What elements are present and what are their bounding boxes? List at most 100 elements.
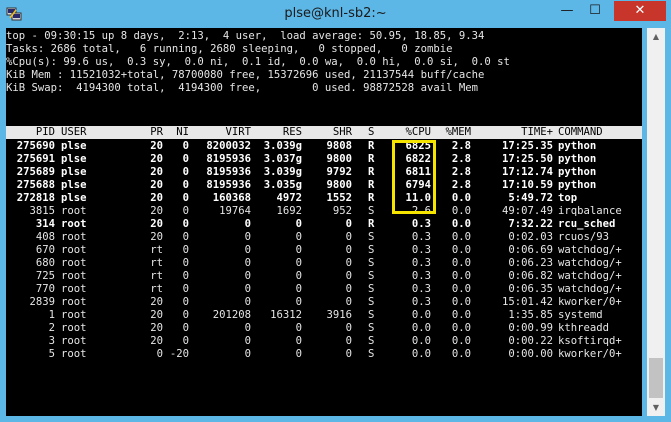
cell-state: S [368,296,375,308]
cell-pr: 20 [150,296,163,308]
cell-mem: 0.0 [451,335,471,347]
cell-state: S [368,257,375,269]
cell-shr: 0 [345,335,352,347]
cell-user: root [61,218,87,230]
process-table-header: PID USER PR NI VIRT RES SHR S %CPU %MEM TIME+ COMMA… [6,126,642,139]
process-row: 2839 root 20 0 0 0 0 S 0.3 0.0 15:01.42 kworker/0+ [6,296,642,309]
cell-cpu: 0.3 [411,270,431,282]
cell-ni: 0 [182,166,189,178]
process-row: 275688 plse 20 0 8195936 3.035g 9800 R 6794 2.8 17… [6,179,642,192]
column-header-time: TIME+ [521,126,553,138]
cell-time: 17:10.59 [501,179,553,191]
column-header-pr: PR [150,126,163,138]
column-header-state: S [368,126,375,138]
cell-command: python [558,166,597,178]
process-row: 2 root 20 0 0 0 0 S 0.0 0.0 0:00.99 kthreadd [6,322,642,335]
cell-pid: 275691 [16,153,55,165]
summary-line-uptime: top - 09:30:15 up 8 days, 2:13, 4 user, … [6,30,485,42]
process-row: 275691 plse 20 0 8195936 3.037g 9800 R 6822 2.8 17… [6,153,642,166]
cell-mem: 0.0 [451,218,471,230]
cell-shr: 0 [345,322,352,334]
cell-pid: 272818 [16,192,55,204]
cell-cpu: 0.3 [411,257,431,269]
process-row: 725 root rt 0 0 0 0 S 0.3 0.0 0:06.82 watchdog/+ [6,270,642,283]
process-row: 3 root 20 0 0 0 0 S 0.0 0.0 0:00.22 ksoftirqd+ [6,335,642,348]
column-header-shr: SHR [332,126,352,138]
cell-virt: 160368 [212,192,251,204]
cell-res: 0 [295,348,302,360]
cell-pid: 670 [35,244,55,256]
cell-pr: 20 [150,309,163,321]
cell-user: plse [61,166,87,178]
cell-cpu: 0.0 [411,335,431,347]
cell-res: 0 [295,335,302,347]
cell-mem: 0.0 [451,309,471,321]
close-button[interactable]: ✕ [614,1,666,21]
process-row: 275690 plse 20 0 8200032 3.039g 9808 R 6825 2.8 17… [6,140,642,153]
cell-pr: 20 [150,335,163,347]
terminal-area[interactable]: top - 09:30:15 up 8 days, 2:13, 4 user, … [6,28,642,416]
cell-mem: 0.0 [451,296,471,308]
cell-pid: 680 [35,257,55,269]
cell-pid: 725 [35,270,55,282]
cell-pid: 3 [48,335,55,347]
cell-pr: rt [150,244,163,256]
process-row: 408 root 20 0 0 0 0 S 0.3 0.0 0:02.03 rcuos/93 [6,231,642,244]
cell-time: 1:35.85 [508,309,553,321]
cell-user: root [61,309,87,321]
cell-res: 3.039g [263,166,302,178]
cell-shr: 0 [345,218,352,230]
cell-time: 0:00.00 [508,348,553,360]
cell-state: S [368,205,375,217]
cell-res: 0 [295,322,302,334]
cell-cpu: 0.3 [411,296,431,308]
cell-ni: 0 [182,257,189,269]
cell-pid: 5 [48,348,55,360]
cell-virt: 8195936 [206,153,251,165]
cell-shr: 0 [345,257,352,269]
cell-res: 0 [295,270,302,282]
scroll-up-arrow[interactable]: ▲ [647,28,665,45]
cell-ni: 0 [182,270,189,282]
cell-res: 0 [295,231,302,243]
cell-mem: 0.0 [451,283,471,295]
cell-state: R [368,192,375,204]
cell-mem: 0.0 [451,270,471,282]
cell-cpu: 0.3 [411,218,431,230]
cell-ni: 0 [182,335,189,347]
cell-pr: 20 [150,153,163,165]
cell-pid: 275688 [16,179,55,191]
vertical-scrollbar[interactable]: ▲ ▼ [647,28,665,416]
cell-pr: 20 [150,205,163,217]
cell-ni: 0 [182,218,189,230]
cell-time: 49:07.49 [501,205,553,217]
cell-user: root [61,322,87,334]
cell-cpu: 0.3 [411,244,431,256]
scroll-thumb[interactable] [649,358,663,398]
cell-shr: 0 [345,296,352,308]
cell-ni: 0 [182,205,189,217]
cell-cpu: 0.3 [411,283,431,295]
cell-pid: 408 [35,231,55,243]
minimize-button[interactable]: — [554,1,580,21]
cell-cpu: 0.0 [411,348,431,360]
cell-ni: 0 [182,322,189,334]
cell-res: 0 [295,244,302,256]
cell-command: kworker/0+ [558,348,622,360]
cell-mem: 0.0 [451,231,471,243]
summary-line-swap: KiB Swap: 4194300 total, 4194300 free, 0… [6,82,478,94]
cell-pid: 770 [35,283,55,295]
cell-command: ksoftirqd+ [558,335,622,347]
cell-time: 17:25.35 [501,140,553,152]
cell-time: 0:00.99 [508,322,553,334]
cell-virt: 8195936 [206,179,251,191]
cell-time: 17:25.50 [501,153,553,165]
cell-command: watchdog/+ [558,283,622,295]
cell-command: watchdog/+ [558,270,622,282]
title-bar[interactable]: plse@knl-sb2:~ — ☐ ✕ [0,0,671,28]
cell-command: kworker/0+ [558,296,622,308]
scroll-down-arrow[interactable]: ▼ [647,399,665,416]
cell-shr: 952 [332,205,352,217]
cell-user: plse [61,192,87,204]
maximize-button[interactable]: ☐ [582,1,608,21]
